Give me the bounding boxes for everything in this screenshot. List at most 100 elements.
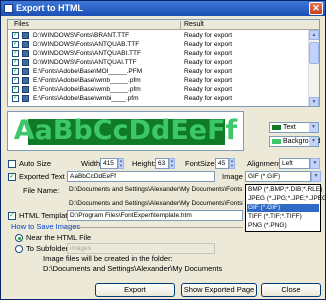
- background-color-button[interactable]: Background ▼: [269, 136, 320, 147]
- close-window-button[interactable]: ✕: [309, 2, 323, 15]
- auto-size-label: Auto Size: [19, 159, 52, 168]
- file-path: D:\WINDOWS\Fonts\ANTQUABI.TTF: [33, 50, 141, 57]
- image-folder-path: D:\Documents and Settings\Alexander\My D…: [43, 264, 223, 273]
- file-list[interactable]: Files Result ✓ D:\WINDOWS\Fonts\BRANT.TT…: [7, 19, 320, 107]
- exported-text-checkbox[interactable]: ✓: [8, 173, 16, 181]
- format-option[interactable]: TIFF (*.TIF;*.TIFF): [247, 213, 319, 221]
- file-path: E:\Fonts\Adobe\Base\wmb_____.pfm: [33, 77, 141, 84]
- height-label: Height:: [132, 159, 156, 168]
- file-result: Ready for export: [184, 68, 233, 75]
- file-name-label: File Name:: [23, 186, 60, 195]
- list-item[interactable]: ✓ D:\WINDOWS\Fonts\ANTQUAB.TTF Ready for…: [8, 40, 306, 49]
- text-color-swatch: [272, 125, 281, 130]
- height-input[interactable]: 63: [155, 158, 169, 169]
- chevron-down-icon: ▼: [309, 123, 318, 132]
- font-file-icon: [22, 68, 29, 75]
- width-spinner[interactable]: ▲ ▼: [118, 158, 124, 169]
- image-folder-info: Image files will be created in the folde…: [43, 254, 173, 263]
- checkbox[interactable]: ✓: [12, 95, 19, 102]
- radio-dot: [18, 237, 21, 240]
- list-item[interactable]: ✓ D:\WINDOWS\Fonts\ANTQUABI.TTF Ready fo…: [8, 49, 306, 58]
- subfolder-input[interactable]: images: [67, 243, 215, 254]
- window-title: Export to HTML: [16, 3, 83, 13]
- file-path: E:\Fonts\Adobe\Base\wmb_____.pfm: [33, 86, 141, 93]
- format-option[interactable]: PNG (*.PNG): [247, 222, 319, 230]
- export-button[interactable]: Export: [95, 283, 175, 297]
- width-input[interactable]: 415: [100, 158, 118, 169]
- text-color-label: Text: [283, 124, 296, 131]
- scroll-up-icon[interactable]: ▲: [309, 30, 319, 40]
- background-color-swatch: [272, 139, 281, 144]
- html-template-checkbox[interactable]: ✓: [8, 212, 16, 220]
- close-icon: ✕: [312, 3, 320, 13]
- preview-text: AaBbCcDdEeFf: [13, 115, 238, 146]
- file-result: Ready for export: [184, 32, 233, 39]
- exported-text-input[interactable]: AaBbCcDdEeFf: [67, 171, 215, 182]
- column-result[interactable]: Result: [184, 20, 204, 30]
- checkbox[interactable]: ✓: [12, 32, 19, 39]
- font-file-icon: [22, 41, 29, 48]
- export-dialog: Export to HTML ✕ Files Result ✓ D:\WINDO…: [0, 0, 326, 300]
- file-path: E:\Fonts\Adobe\Base\wmbi____.pfm: [33, 95, 139, 102]
- show-exported-page-button[interactable]: Show Exported Page: [181, 283, 257, 297]
- list-item[interactable]: ✓ E:\Fonts\Adobe\Base\wmb_____.pfm Ready…: [8, 76, 306, 85]
- file-result: Ready for export: [184, 77, 233, 84]
- height-spinner[interactable]: ▲ ▼: [169, 158, 175, 169]
- checkbox[interactable]: ✓: [12, 50, 19, 57]
- chevron-down-icon[interactable]: ▼: [310, 158, 320, 169]
- close-button[interactable]: Close: [261, 283, 321, 297]
- font-file-icon: [22, 32, 29, 39]
- image-format-select[interactable]: GIF (*.GIF): [245, 171, 311, 182]
- alignment-label: Alignment:: [247, 159, 283, 168]
- file-name-input[interactable]: D:\Documents and Settings\Alexander\My D…: [67, 185, 243, 196]
- near-html-label: Near the HTML File: [26, 233, 92, 242]
- to-subfolder-label: To Subfolder: [26, 244, 69, 253]
- font-file-icon: [22, 95, 29, 102]
- checkbox[interactable]: ✓: [12, 59, 19, 66]
- list-scrollbar[interactable]: ▲ ▼: [308, 30, 319, 106]
- html-template-input[interactable]: D:\Program Files\FontExpert\template.htm: [67, 210, 243, 221]
- scroll-thumb[interactable]: [309, 42, 319, 64]
- file-result: Ready for export: [184, 59, 233, 66]
- checkbox[interactable]: ✓: [12, 41, 19, 48]
- list-header: Files Result: [8, 20, 319, 30]
- file-result: Ready for export: [184, 50, 233, 57]
- font-preview: AaBbCcDdEeFf: [7, 111, 244, 151]
- checkbox[interactable]: ✓: [12, 77, 19, 84]
- scroll-down-icon[interactable]: ▼: [309, 97, 319, 106]
- format-option-selected[interactable]: GIF (*.GIF): [247, 204, 319, 212]
- font-size-spinner[interactable]: ▲ ▼: [229, 158, 235, 169]
- checkbox[interactable]: ✓: [12, 86, 19, 93]
- font-size-input[interactable]: 45: [215, 158, 229, 169]
- format-option[interactable]: JPEG (*.JPG;*.JPE;*.JPEG): [247, 195, 326, 203]
- format-option[interactable]: BMP (*.BMP;*.DIB;*.RLE): [247, 186, 322, 194]
- file-result: Ready for export: [184, 95, 233, 102]
- file-path: E:\Fonts\Adobe\Base\MOI_____.PFM: [33, 68, 143, 75]
- image-format-dropdown[interactable]: BMP (*.BMP;*.DIB;*.RLE) JPEG (*.JPG;*.JP…: [245, 184, 326, 232]
- alignment-select[interactable]: Left: [279, 158, 310, 169]
- text-color-button[interactable]: Text ▼: [269, 122, 319, 133]
- near-html-radio[interactable]: [15, 234, 23, 242]
- font-file-icon: [22, 86, 29, 93]
- chevron-down-icon[interactable]: ▼: [311, 171, 321, 182]
- checkbox[interactable]: ✓: [12, 68, 19, 75]
- list-item[interactable]: ✓ D:\WINDOWS\Fonts\BRANT.TTF Ready for e…: [8, 31, 306, 40]
- title-bar[interactable]: Export to HTML ✕: [1, 1, 325, 16]
- file-name-path-text: D:\Documents and Settings\Alexander\My D…: [69, 200, 243, 207]
- file-path: D:\WINDOWS\Fonts\ANTQUAB.TTF: [33, 41, 140, 48]
- list-item[interactable]: ✓ D:\WINDOWS\Fonts\ANTQUAI.TTF Ready for…: [8, 58, 306, 67]
- to-subfolder-radio[interactable]: [15, 245, 23, 253]
- list-item[interactable]: ✓ E:\Fonts\Adobe\Base\wmb_____.pfm Ready…: [8, 85, 306, 94]
- list-item[interactable]: ✓ E:\Fonts\Adobe\Base\MOI_____.PFM Ready…: [8, 67, 306, 76]
- chevron-down-icon: ▼: [309, 137, 318, 146]
- file-path: D:\WINDOWS\Fonts\ANTQUAI.TTF: [33, 59, 137, 66]
- font-file-icon: [22, 50, 29, 57]
- group-divider: [65, 227, 243, 228]
- auto-size-checkbox[interactable]: [8, 160, 16, 168]
- file-result: Ready for export: [184, 86, 233, 93]
- column-files[interactable]: Files: [14, 20, 29, 30]
- html-template-label: HTML Template:: [19, 211, 74, 220]
- column-divider[interactable]: [180, 21, 181, 29]
- file-path: D:\WINDOWS\Fonts\BRANT.TTF: [33, 32, 130, 39]
- list-item[interactable]: ✓ E:\Fonts\Adobe\Base\wmbi____.pfm Ready…: [8, 94, 306, 103]
